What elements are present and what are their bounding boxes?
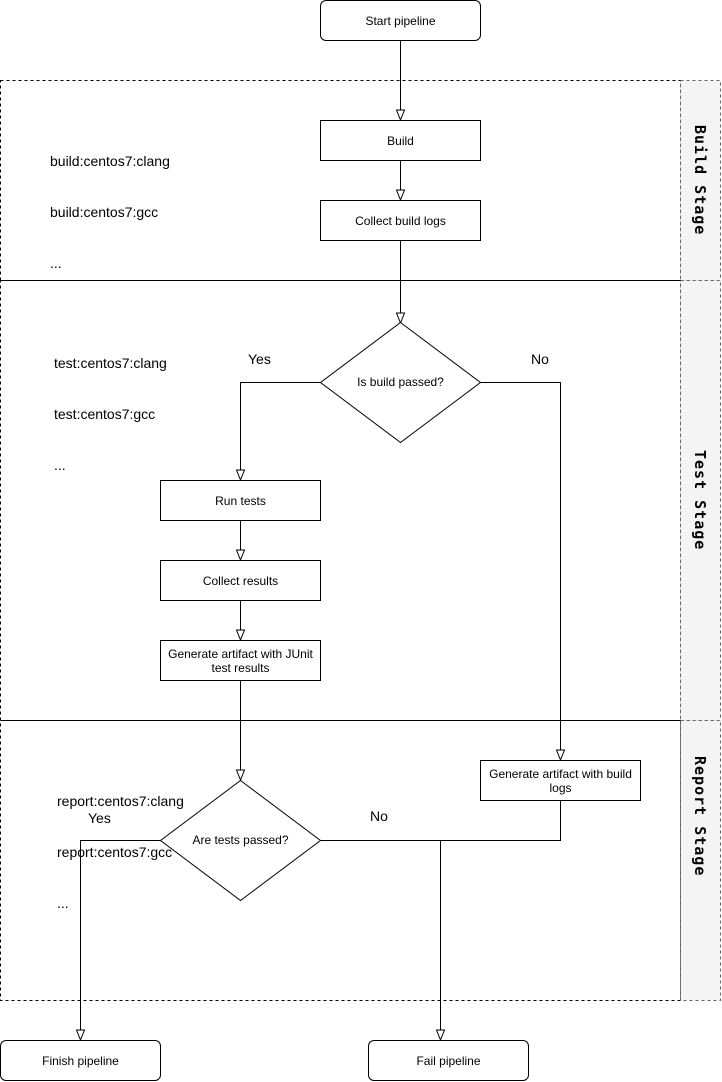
edge-label-tests-yes: Yes bbox=[88, 810, 111, 826]
job-item: report:centos7:gcc bbox=[57, 844, 173, 860]
report-jobs-list: report:centos7:clang report:centos7:gcc … bbox=[57, 759, 184, 929]
node-finish-pipeline[interactable]: Finish pipeline bbox=[0, 1040, 161, 1081]
node-build[interactable]: Build bbox=[320, 120, 481, 161]
lane-title-build: Build Stage bbox=[680, 80, 720, 280]
node-build-logs-artifact[interactable]: Generate artifact with build logs bbox=[480, 760, 641, 801]
edge-build-no bbox=[480, 382, 561, 761]
edge-buildlogs-fail bbox=[440, 800, 561, 841]
job-item: report:centos7:clang bbox=[57, 793, 184, 809]
job-item: ... bbox=[54, 457, 66, 473]
node-run-tests[interactable]: Run tests bbox=[160, 480, 321, 521]
job-item: ... bbox=[57, 895, 69, 911]
edge-build-yes bbox=[241, 382, 320, 481]
job-item: test:centos7:clang bbox=[54, 355, 167, 371]
edge-label-tests-no: No bbox=[370, 808, 388, 824]
edge-label-build-yes: Yes bbox=[248, 351, 271, 367]
node-start-pipeline[interactable]: Start pipeline bbox=[320, 0, 481, 41]
edge-label-build-no: No bbox=[531, 351, 549, 367]
job-item: ... bbox=[50, 255, 62, 271]
job-item: build:centos7:clang bbox=[50, 153, 170, 169]
job-item: test:centos7:gcc bbox=[54, 406, 156, 422]
lane-title-text: Build Stage bbox=[691, 124, 709, 236]
node-collect-build-logs[interactable]: Collect build logs bbox=[320, 200, 481, 241]
test-jobs-list: test:centos7:clang test:centos7:gcc ... bbox=[54, 321, 167, 491]
job-item: build:centos7:gcc bbox=[50, 204, 159, 220]
node-fail-pipeline[interactable]: Fail pipeline bbox=[368, 1040, 529, 1081]
decision-is-build-passed-label: Is build passed? bbox=[357, 375, 444, 389]
edge-tests-no bbox=[320, 840, 441, 1041]
node-collect-results[interactable]: Collect results bbox=[160, 560, 321, 601]
lane-title-text: Test Stage bbox=[691, 449, 709, 551]
lane-title-test: Test Stage bbox=[680, 280, 720, 720]
lane-title-report: Report Stage bbox=[680, 720, 720, 1040]
lane-title-text: Report Stage bbox=[691, 756, 709, 877]
node-junit-artifact[interactable]: Generate artifact with JUnit test result… bbox=[160, 640, 321, 681]
decision-are-tests-passed-label: Are tests passed? bbox=[192, 833, 289, 847]
build-jobs-list: build:centos7:clang build:centos7:gcc ..… bbox=[50, 119, 170, 289]
